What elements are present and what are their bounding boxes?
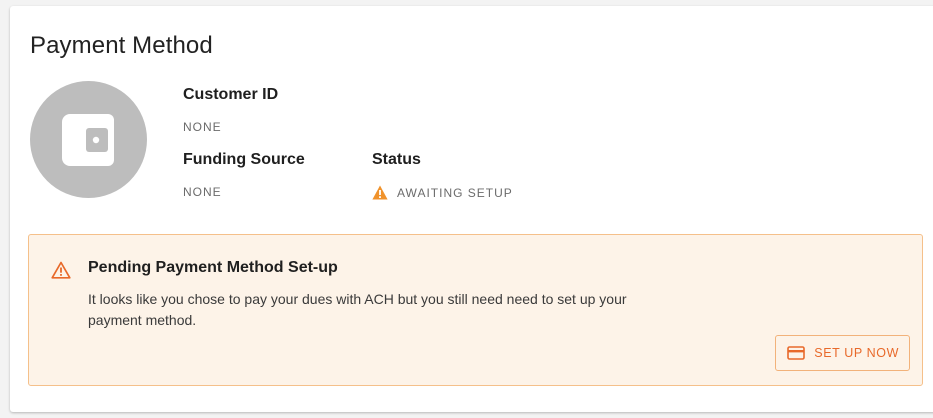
customer-id-label: Customer ID [183,86,279,103]
status-text: AWAITING SETUP [397,185,513,200]
payment-method-card: Payment Method Customer ID NONE Funding … [10,6,933,412]
credit-card-icon [787,346,806,360]
funding-source-value: NONE [183,185,222,199]
warning-icon [372,185,388,200]
set-up-now-label: SET UP NOW [814,346,899,360]
set-up-now-button[interactable]: SET UP NOW [775,335,910,371]
funding-source-label: Funding Source [183,151,305,168]
warning-outline-icon [51,261,71,279]
pending-setup-alert: Pending Payment Method Set-up It looks l… [28,234,923,386]
alert-message: It looks like you chose to pay your dues… [88,291,627,328]
wallet-icon [62,114,114,166]
alert-title: Pending Payment Method Set-up [88,259,338,276]
status-value: AWAITING SETUP [372,185,513,200]
payment-avatar [30,81,147,198]
status-label: Status [372,151,421,168]
customer-id-value: NONE [183,120,222,134]
card-title: Payment Method [30,32,213,59]
